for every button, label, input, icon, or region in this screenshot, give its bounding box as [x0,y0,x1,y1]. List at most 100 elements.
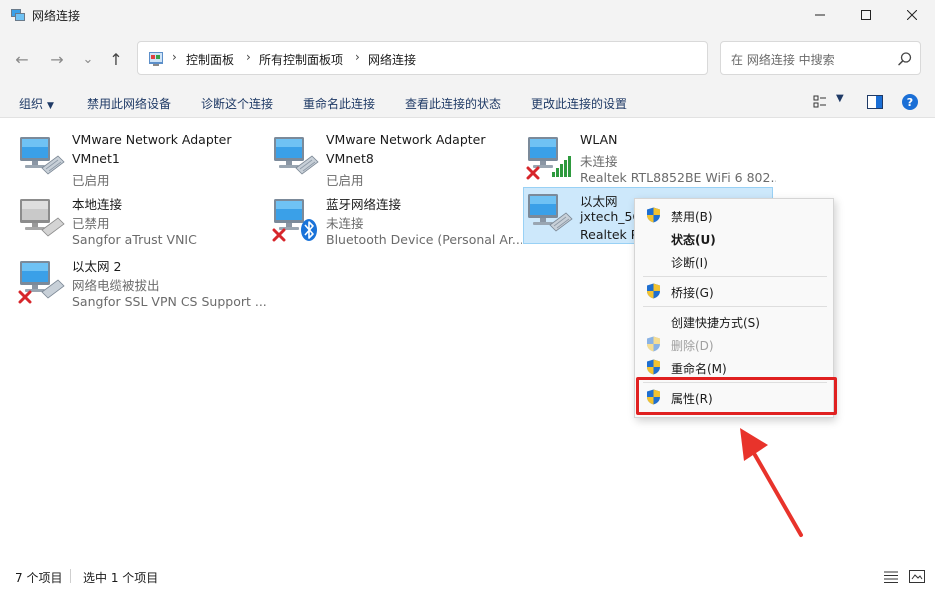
maximize-icon [861,10,871,20]
network-adapter-disabled-icon [18,196,66,242]
preview-pane-icon[interactable] [867,95,883,109]
breadcrumb-all-items[interactable]: 所有控制面板项 [259,51,343,68]
organize-menu-button[interactable]: 组织 ▼ [19,95,54,112]
details-view-icon[interactable] [884,571,898,583]
annotation-arrow-icon [740,428,803,537]
network-connections-icon [11,9,25,21]
bluetooth-adapter-icon [272,199,317,242]
connection-device: Sangfor aTrust VNIC [72,232,197,247]
connection-wlan[interactable]: WLAN 未连接 Realtek RTL8852BE WiFi 6 802...… [526,128,776,186]
menu-item-create-shortcut[interactable]: 创建快捷方式(S) [635,310,833,332]
menu-item-rename[interactable]: 重命名(M) [635,356,833,378]
menu-item-label: 创建快捷方式(S) [671,316,760,330]
status-bar: 7 个项目 选中 1 个项目 [0,563,935,590]
breadcrumb-separator-icon: › [355,50,360,64]
menu-item-label: 诊断(I) [671,256,708,270]
maximize-button[interactable] [843,0,889,30]
connection-network: jxtech_5G [580,209,643,224]
change-settings-button[interactable]: 更改此连接的设置 [531,95,627,112]
connection-local[interactable]: 本地连接 已禁用 Sangfor aTrust VNIC [18,190,268,248]
minimize-button[interactable] [797,0,843,30]
connection-name: 以太网 [580,194,618,209]
minimize-icon [815,14,825,16]
navigation-bar: ← → ⌄ ↑ › 控制面板 › 所有控制面板项 › 网络连接 ▾ ↻ 在 网络… [0,30,935,86]
connection-device: VMnet1 [72,151,120,166]
connection-device: Sangfor SSL VPN CS Support ... [72,294,267,309]
search-box[interactable]: 在 网络连接 中搜索 [720,41,921,75]
selection-count: 选中 1 个项目 [83,571,159,585]
breadcrumb-separator-icon: › [246,50,251,64]
disable-device-button[interactable]: 禁用此网络设备 [87,95,171,112]
properties-highlight-box [636,377,837,415]
uac-shield-icon [646,207,661,223]
connection-name: VMware Network Adapter [326,132,486,147]
uac-shield-icon [646,336,661,352]
rename-connection-button[interactable]: 重命名此连接 [303,95,375,112]
view-status-button[interactable]: 查看此连接的状态 [405,95,501,112]
connection-status: 未连接 [580,154,618,169]
address-bar[interactable]: › 控制面板 › 所有控制面板项 › 网络连接 ▾ ↻ [137,41,830,75]
up-arrow-icon[interactable]: ↑ [105,48,127,70]
menu-separator [643,276,827,277]
control-panel-icon [149,52,163,66]
command-bar: 组织 ▼ 禁用此网络设备 诊断这个连接 重命名此连接 查看此连接的状态 更改此连接… [0,86,935,118]
back-arrow-icon[interactable]: ← [11,48,33,70]
menu-item-bridge[interactable]: 桥接(G) [635,280,833,302]
organize-label: 组织 [19,97,44,111]
connection-device: VMnet8 [326,151,374,166]
breadcrumb-network-connections[interactable]: 网络连接 [368,51,416,68]
item-count: 7 个项目 [15,571,63,585]
uac-shield-icon [646,283,661,299]
diagnose-connection-button[interactable]: 诊断这个连接 [201,95,273,112]
network-adapter-icon [18,134,66,180]
connection-status: 已禁用 [72,216,110,231]
search-icon [898,52,912,66]
menu-item-label: 桥接(G) [671,286,714,300]
breadcrumb-control-panel[interactable]: 控制面板 [186,51,234,68]
network-adapter-unplugged-icon [18,261,65,304]
menu-item-label: 重命名(M) [671,362,727,376]
connection-status: 已启用 [72,173,110,188]
wifi-adapter-icon [526,137,571,180]
network-adapter-icon [272,134,320,180]
change-view-icon[interactable] [813,95,827,109]
connection-vmnet8[interactable]: VMware Network Adapter VMnet8 已启用 [272,128,522,188]
forward-arrow-icon[interactable]: → [46,48,68,70]
connection-name: 本地连接 [72,197,123,212]
menu-item-diagnose[interactable]: 诊断(I) [635,250,833,272]
connection-status: 未连接 [326,216,364,231]
connection-ethernet-2[interactable]: 以太网 2 网络电缆被拔出 Sangfor SSL VPN CS Support… [18,252,268,310]
network-adapter-icon [526,191,574,237]
connection-status: 网络电缆被拔出 [72,278,160,293]
large-icons-view-icon[interactable] [909,570,925,583]
help-icon[interactable]: ? [902,94,918,110]
connection-bluetooth[interactable]: 蓝牙网络连接 未连接 Bluetooth Device (Personal Ar… [272,190,522,248]
breadcrumb-separator-icon: › [172,50,177,64]
close-button[interactable] [889,0,935,30]
connection-device: Realtek RTL8852BE WiFi 6 802.... [580,170,776,185]
menu-separator [643,306,827,307]
uac-shield-icon [646,359,661,375]
caret-down-icon: ▼ [47,101,54,111]
connection-name: 蓝牙网络连接 [326,197,402,212]
window-title: 网络连接 [32,9,81,23]
menu-item-label: 禁用(B) [671,210,713,224]
connection-vmnet1[interactable]: VMware Network Adapter VMnet1 已启用 [18,128,268,188]
search-placeholder: 在 网络连接 中搜索 [731,53,835,67]
connection-name: WLAN [580,132,618,147]
network-connections-window: 网络连接 ← → ⌄ ↑ › 控制面板 › 所有控制面板项 › 网络连接 在 网… [0,0,935,590]
menu-item-disable[interactable]: 禁用(B) [635,204,833,226]
connection-name: VMware Network Adapter [72,132,232,147]
status-separator [70,569,71,583]
view-options-caret-icon[interactable]: ▼ [836,93,844,104]
title-bar: 网络连接 [0,0,935,30]
recent-locations-chevron-icon[interactable]: ⌄ [77,48,99,70]
close-icon [907,10,917,20]
connection-name: 以太网 2 [72,259,122,274]
connection-device: Bluetooth Device (Personal Ar... [326,232,522,247]
menu-item-delete[interactable]: 删除(D) [635,333,833,355]
menu-item-label: 删除(D) [671,339,714,353]
menu-item-label: 状态(U) [671,233,716,247]
menu-item-status[interactable]: 状态(U) [635,227,833,249]
connection-status: 已启用 [326,173,364,188]
